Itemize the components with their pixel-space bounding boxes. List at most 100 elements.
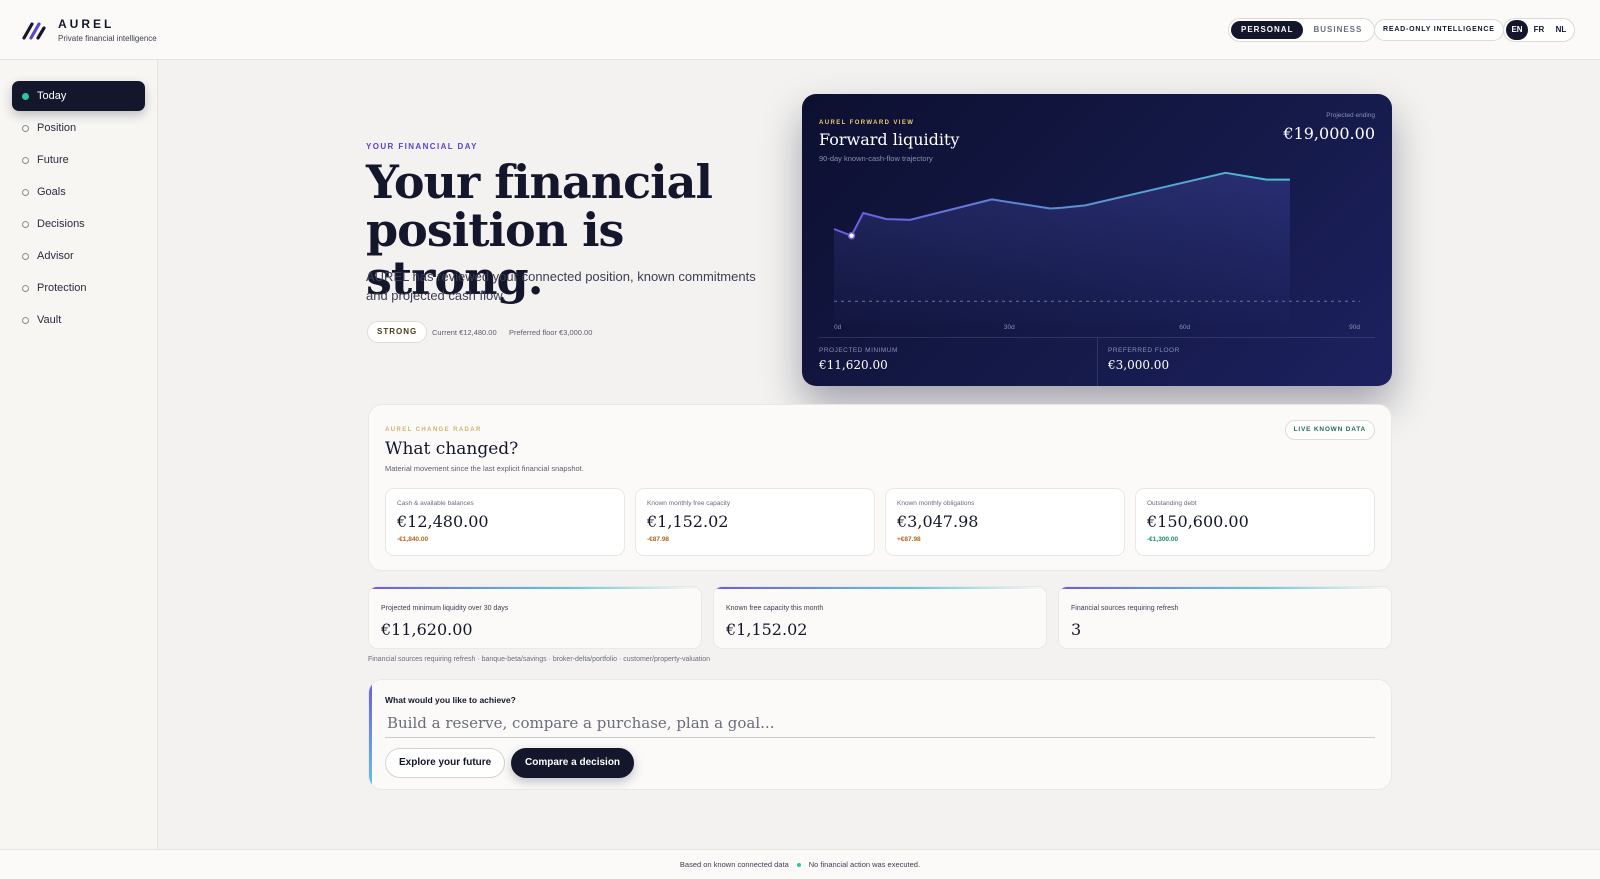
forward-subtitle: 90-day known-cash-flow trajectory [819,154,933,163]
sidebar-item-label: Decisions [37,218,85,230]
circle-icon [22,188,29,196]
metric-label: Outstanding debt [1147,500,1197,507]
accent-bar [369,587,701,589]
sidebar-item-label: Advisor [37,250,74,262]
sidebar-item-decisions[interactable]: Decisions [12,209,145,239]
x-tick-label: 60d [1179,324,1190,331]
metric-value: €12,480.00 [397,512,489,531]
preferred-floor-label: PREFERRED FLOOR [1108,347,1180,354]
forward-liquidity-card: 0d 30d 60d 90d AUREL FORWARD VIEW Forward l… [802,94,1392,386]
lang-fr-button[interactable]: FR [1528,20,1550,40]
x-tick-label: 0d [834,324,842,331]
circle-icon [22,252,29,260]
circle-icon [22,284,29,292]
sidebar-item-label: Today [37,90,67,102]
sidebar-item-label: Future [37,154,69,166]
live-data-badge: LIVE KNOWN DATA [1284,420,1375,440]
projected-ending-value: €19,000.00 [1283,124,1375,143]
mode-business-button[interactable]: BUSINESS [1303,21,1372,39]
metric-value: €3,047.98 [897,512,979,531]
summary-card-free-capacity[interactable]: Known free capacity this month €1,152.02 [713,586,1047,649]
circle-icon [22,220,29,228]
metric-card-debt[interactable]: Outstanding debt €150,600.00 -€1,300.00 [1135,488,1375,556]
metric-label: Known monthly free capacity [647,500,731,507]
top-bar: AUREL Private financial intelligence PER… [0,0,1600,60]
brand-tagline: Private financial intelligence [58,34,157,43]
hero-description: AUREL has reviewed your connected positi… [366,269,756,303]
intent-panel: What would you like to achieve? Explore … [368,679,1392,790]
sidebar-item-position[interactable]: Position [12,113,145,143]
sidebar-item-future[interactable]: Future [12,145,145,175]
summary-card-refresh[interactable]: Financial sources requiring refresh 3 [1058,586,1392,649]
lang-en-button[interactable]: EN [1506,20,1528,40]
radar-eyebrow: AUREL CHANGE RADAR [385,427,482,433]
status-dot-icon [796,862,801,867]
sidebar-item-advisor[interactable]: Advisor [12,241,145,271]
x-tick-label: 30d [1004,324,1015,331]
radar-title: What changed? [385,439,519,459]
sidebar-item-protection[interactable]: Protection [12,273,145,303]
footer: Based on known connected data No financi… [0,849,1600,879]
sidebar-item-today[interactable]: Today [12,81,145,111]
refresh-sources-text: Financial sources requiring refresh · ba… [368,656,710,663]
lang-nl-button[interactable]: NL [1550,20,1572,40]
metric-card-cash[interactable]: Cash & available balances €12,480.00 -€1… [385,488,625,556]
intent-question: What would you like to achieve? [385,695,516,705]
status-badge: STRONG [367,321,428,343]
accent-bar [369,680,372,789]
language-switch: EN FR NL [1503,18,1575,42]
circle-icon [22,124,29,132]
current-balance-text: Current €12,480.00 [432,328,497,337]
metric-delta: +€87.98 [897,536,921,543]
summary-label: Known free capacity this month [726,605,824,612]
sidebar-item-label: Position [37,122,77,134]
metric-value: €150,600.00 [1147,512,1249,531]
sidebar-item-label: Goals [37,186,66,198]
aurel-logo-icon [22,22,46,40]
accent-bar [714,587,1046,589]
metric-delta: -€1,300.00 [1147,536,1179,543]
footer-left-text: Based on known connected data [679,860,789,869]
goal-input[interactable] [385,708,1375,738]
metric-card-obligations[interactable]: Known monthly obligations €3,047.98 +€87… [885,488,1125,556]
projected-minimum-label: PROJECTED MINIMUM [819,347,898,354]
sidebar-item-label: Vault [37,314,62,326]
summary-label: Financial sources requiring refresh [1071,605,1179,612]
metric-delta: -€1,840.00 [397,536,429,543]
compare-decision-button[interactable]: Compare a decision [511,748,635,778]
sidebar-item-vault[interactable]: Vault [12,305,145,335]
sidebar-item-goals[interactable]: Goals [12,177,145,207]
radar-subtitle: Material movement since the last explici… [385,464,584,473]
metric-label: Known monthly obligations [897,500,975,507]
minimum-point-marker [847,231,856,240]
read-only-badge: READ-ONLY INTELLIGENCE [1374,19,1504,41]
sidebar-item-label: Protection [37,282,87,294]
forward-eyebrow: AUREL FORWARD VIEW [819,120,915,126]
metric-label: Cash & available balances [397,500,474,507]
active-dot-icon [22,92,29,100]
change-radar-panel: AUREL CHANGE RADAR What changed? Materia… [368,404,1392,571]
accent-bar [1059,587,1391,589]
mode-switch: PERSONAL BUSINESS [1228,18,1376,42]
explore-future-button[interactable]: Explore your future [385,748,506,778]
summary-value: €11,620.00 [381,620,473,639]
metric-delta: -€87.98 [647,536,670,543]
projected-ending-label: Projected ending [1326,112,1375,119]
summary-value: 3 [1071,620,1082,639]
summary-card-min-liquidity[interactable]: Projected minimum liquidity over 30 days… [368,586,702,649]
x-tick-label: 90d [1349,324,1360,331]
metric-value: €1,152.02 [647,512,729,531]
summary-label: Projected minimum liquidity over 30 days [381,605,509,612]
hero-eyebrow: YOUR FINANCIAL DAY [366,142,478,151]
projected-minimum-value: €11,620.00 [819,358,888,372]
sidebar: Today Position Future Goals Decisions Ad… [0,60,158,850]
mode-personal-button[interactable]: PERSONAL [1231,21,1304,39]
metric-card-free-capacity[interactable]: Known monthly free capacity €1,152.02 -€… [635,488,875,556]
circle-icon [22,156,29,164]
brand-name: AUREL [58,17,115,31]
footer-right-text: No financial action was executed. [808,860,921,869]
divider [1097,338,1098,386]
preferred-floor-value: €3,000.00 [1108,358,1170,372]
preferred-floor-text: Preferred floor €3,000.00 [509,328,593,337]
summary-value: €1,152.02 [726,620,808,639]
